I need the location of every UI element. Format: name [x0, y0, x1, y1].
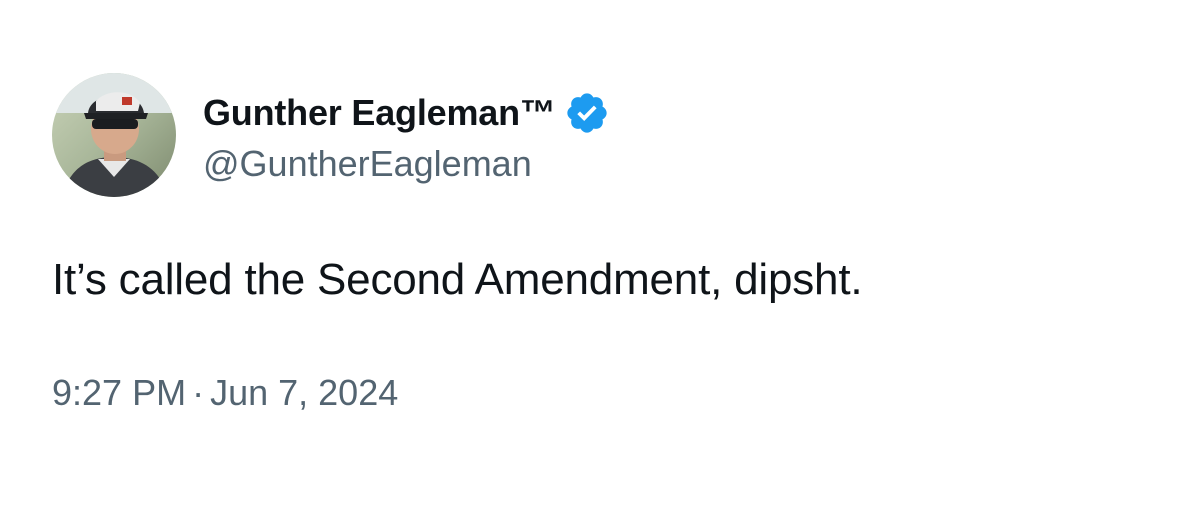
tweet-card: Gunther Eagleman™ @GuntherEagleman It’s … — [0, 0, 1200, 517]
timestamp-separator: · — [192, 372, 205, 413]
display-name[interactable]: Gunther Eagleman™ — [203, 92, 556, 134]
verified-badge-icon[interactable] — [564, 90, 610, 136]
tweet-time: 9:27 PM — [52, 372, 187, 413]
tweet-header: Gunther Eagleman™ @GuntherEagleman — [52, 73, 610, 197]
handle[interactable]: @GuntherEagleman — [203, 143, 610, 185]
avatar-image — [52, 73, 176, 197]
tweet-date: Jun 7, 2024 — [210, 372, 399, 413]
tweet-text: It’s called the Second Amendment, dipsht… — [52, 255, 863, 304]
tweet-timestamp[interactable]: 9:27 PM · Jun 7, 2024 — [52, 372, 398, 414]
author-identity: Gunther Eagleman™ @GuntherEagleman — [203, 85, 610, 185]
avatar[interactable] — [52, 73, 176, 197]
name-row: Gunther Eagleman™ — [203, 85, 610, 141]
